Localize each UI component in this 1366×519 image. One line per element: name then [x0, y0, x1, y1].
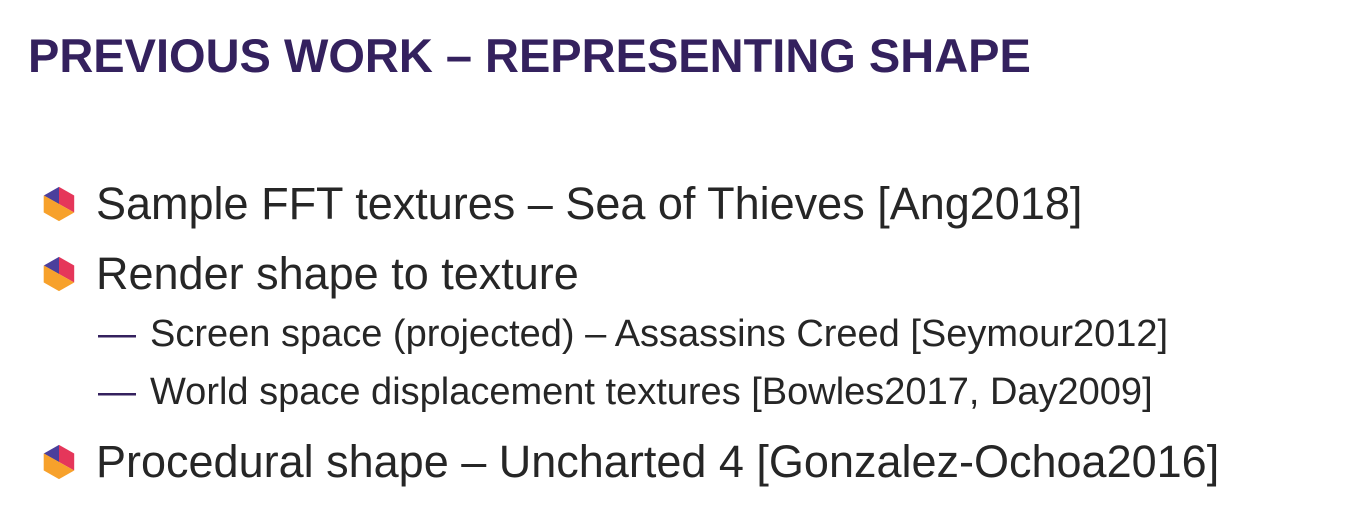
- bullet-text: Procedural shape – Uncharted 4 [Gonzalez…: [96, 436, 1220, 487]
- hexagon-cube-icon: [43, 256, 75, 292]
- bullet-item: Render shape to texture: [40, 246, 579, 302]
- slide-title: PREVIOUS WORK – REPRESENTING SHAPE: [28, 29, 1031, 82]
- dash-marker: —: [98, 312, 136, 355]
- hexagon-cube-icon: [43, 186, 75, 222]
- sub-bullet-text: World space displacement textures [Bowle…: [150, 370, 1153, 413]
- slide: PREVIOUS WORK – REPRESENTING SHAPE Sampl…: [0, 0, 1366, 519]
- bullet-text: Sample FFT textures – Sea of Thieves [An…: [96, 178, 1083, 229]
- hexagon-cube-icon: [43, 444, 75, 480]
- bullet-text: Render shape to texture: [96, 248, 579, 299]
- sub-bullet-text: Screen space (projected) – Assassins Cre…: [150, 312, 1169, 355]
- sub-bullet-item: — World space displacement textures [Bow…: [98, 368, 1153, 416]
- bullet-item: Procedural shape – Uncharted 4 [Gonzalez…: [40, 434, 1219, 490]
- sub-bullet-item: — Screen space (projected) – Assassins C…: [98, 310, 1168, 358]
- dash-marker: —: [98, 370, 136, 413]
- bullet-item: Sample FFT textures – Sea of Thieves [An…: [40, 176, 1082, 232]
